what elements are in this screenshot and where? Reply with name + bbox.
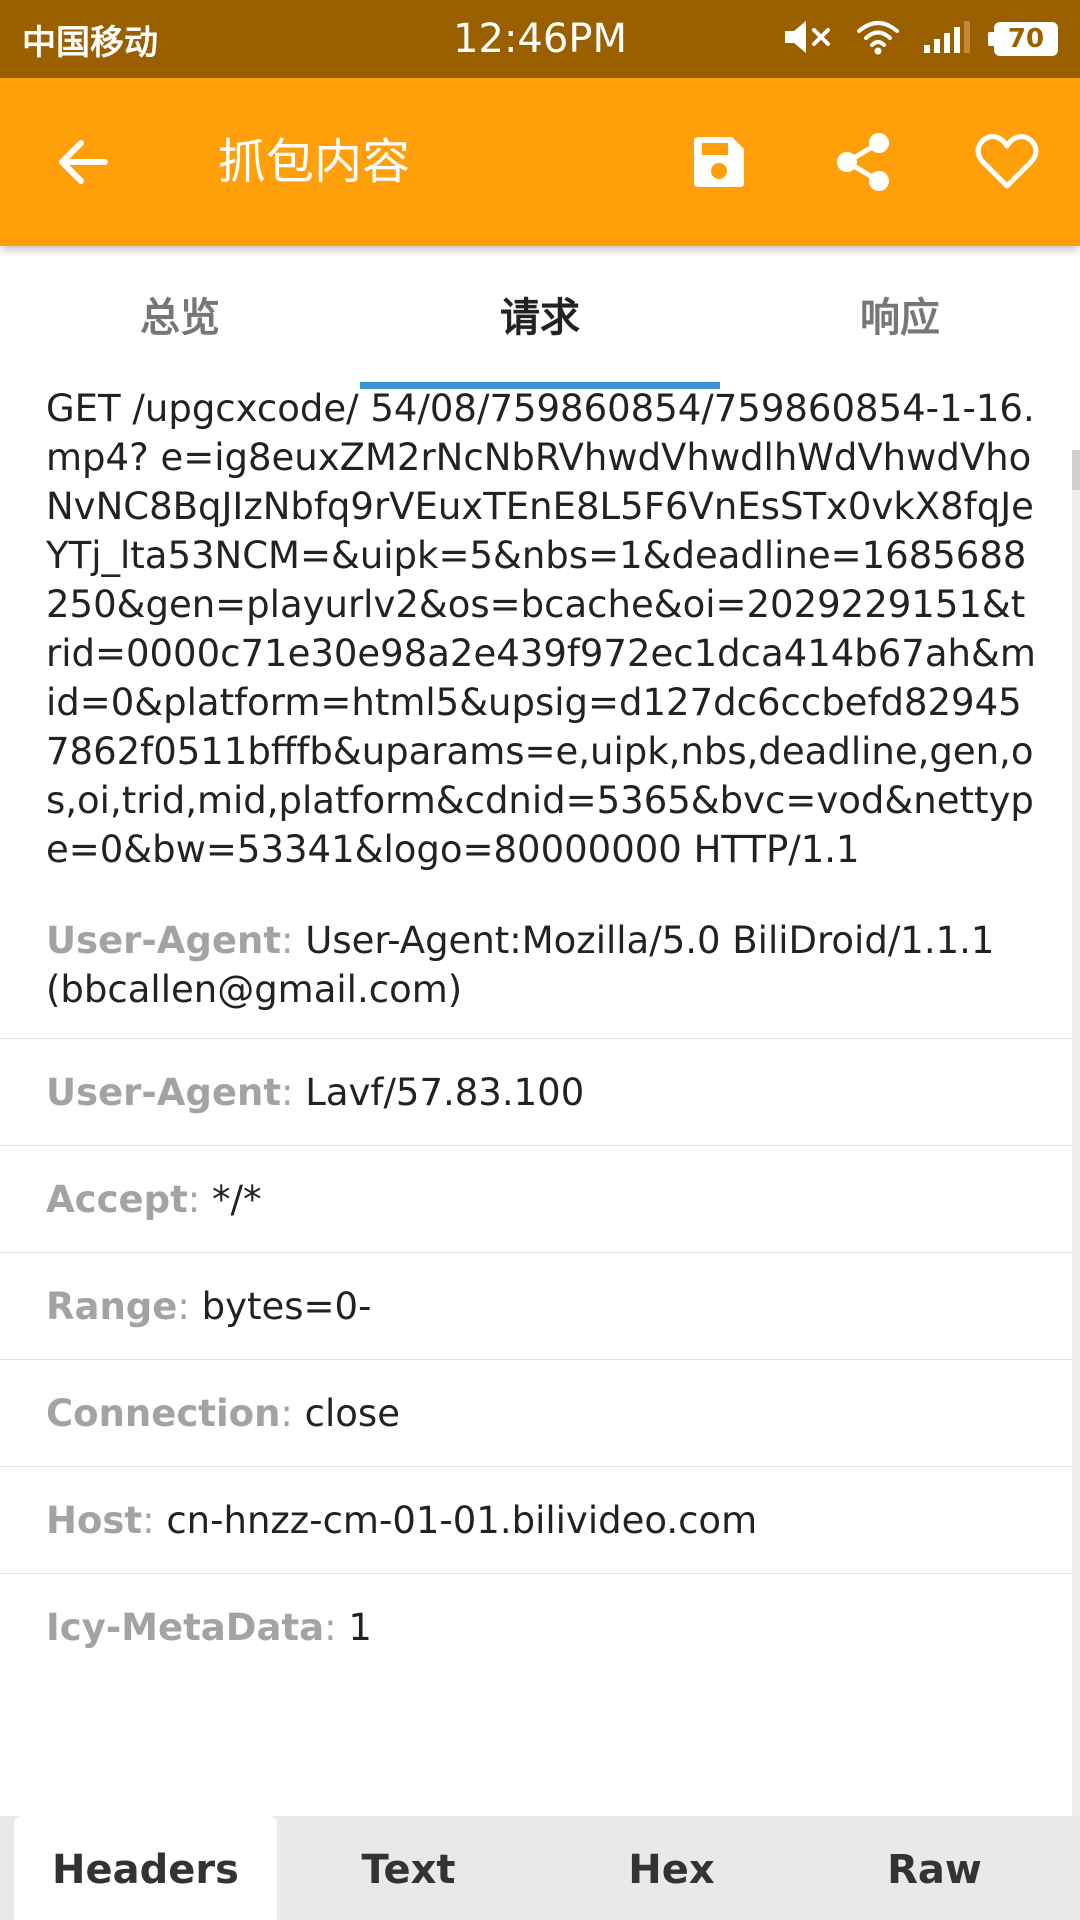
wifi-icon bbox=[856, 19, 900, 59]
header-row: User-Agent: User-Agent:Mozilla/5.0 BiliD… bbox=[0, 874, 1080, 1039]
tab-indicator bbox=[360, 382, 720, 389]
header-name: Host bbox=[46, 1499, 143, 1542]
header-separator: : bbox=[187, 1178, 213, 1221]
app-bar: 抓包内容 bbox=[0, 78, 1080, 246]
page-title: 抓包内容 bbox=[218, 134, 411, 190]
header-name: Icy-MetaData bbox=[46, 1606, 325, 1649]
header-name: Connection bbox=[46, 1392, 281, 1435]
header-value: bytes=0- bbox=[201, 1285, 372, 1328]
tab-request[interactable]: 请求 bbox=[360, 246, 720, 390]
favorite-button[interactable] bbox=[952, 78, 1062, 246]
header-name: Accept bbox=[46, 1178, 188, 1221]
header-separator: : bbox=[324, 1606, 349, 1649]
header-name: User-Agent bbox=[46, 1071, 282, 1114]
scrollbar-thumb[interactable] bbox=[1072, 450, 1080, 490]
header-separator: : bbox=[281, 1071, 306, 1114]
tab-hex[interactable]: Hex bbox=[540, 1816, 803, 1920]
share-button[interactable] bbox=[808, 78, 918, 246]
header-value: Lavf/57.83.100 bbox=[305, 1071, 585, 1114]
save-button[interactable] bbox=[664, 78, 774, 246]
header-name: Range bbox=[46, 1285, 178, 1328]
save-icon bbox=[694, 137, 744, 187]
header-separator: : bbox=[281, 919, 306, 962]
header-row: Host: cn-hnzz-cm-01-01.bilivideo.com bbox=[0, 1467, 1080, 1574]
status-icons: 70 bbox=[782, 17, 1058, 61]
signal-icon bbox=[922, 19, 972, 59]
carrier-name: 中国移动 bbox=[22, 22, 158, 63]
header-name: User-Agent bbox=[46, 919, 282, 962]
request-content[interactable]: GET /upgcxcode/ 54/08/759860854/75986085… bbox=[0, 384, 1080, 1816]
header-row: User-Agent: Lavf/57.83.100 bbox=[0, 1039, 1080, 1146]
tab-text[interactable]: Text bbox=[277, 1816, 540, 1920]
tab-raw[interactable]: Raw bbox=[803, 1816, 1066, 1920]
header-separator: : bbox=[177, 1285, 202, 1328]
tab-bar: 总览 请求 响应 bbox=[0, 246, 1080, 390]
tab-overview[interactable]: 总览 bbox=[0, 246, 360, 390]
header-value: close bbox=[304, 1392, 400, 1435]
bottom-tab-bar: Headers Text Hex Raw bbox=[0, 1816, 1080, 1920]
header-value: */* bbox=[212, 1178, 262, 1221]
header-value: cn-hnzz-cm-01-01.bilivideo.com bbox=[166, 1499, 758, 1542]
header-row: Accept: */* bbox=[0, 1146, 1080, 1253]
header-row: Range: bytes=0- bbox=[0, 1253, 1080, 1360]
header-separator: : bbox=[142, 1499, 167, 1542]
heart-icon bbox=[975, 134, 1039, 189]
share-icon bbox=[837, 133, 889, 191]
back-button[interactable] bbox=[28, 78, 138, 246]
header-value: 1 bbox=[348, 1606, 372, 1649]
status-bar: 中国移动 12:46PM 70 bbox=[0, 0, 1080, 78]
scrollbar[interactable] bbox=[1072, 450, 1080, 1816]
header-separator: : bbox=[280, 1392, 305, 1435]
arrow-back-icon bbox=[59, 140, 108, 184]
request-line: GET /upgcxcode/ 54/08/759860854/75986085… bbox=[46, 387, 1036, 871]
tab-headers[interactable]: Headers bbox=[14, 1816, 277, 1920]
tab-response[interactable]: 响应 bbox=[720, 246, 1080, 390]
header-row: Icy-MetaData: 1 bbox=[0, 1574, 1080, 1681]
battery-indicator: 70 bbox=[988, 22, 1058, 56]
header-row: Connection: close bbox=[0, 1360, 1080, 1467]
mute-icon bbox=[782, 17, 834, 61]
